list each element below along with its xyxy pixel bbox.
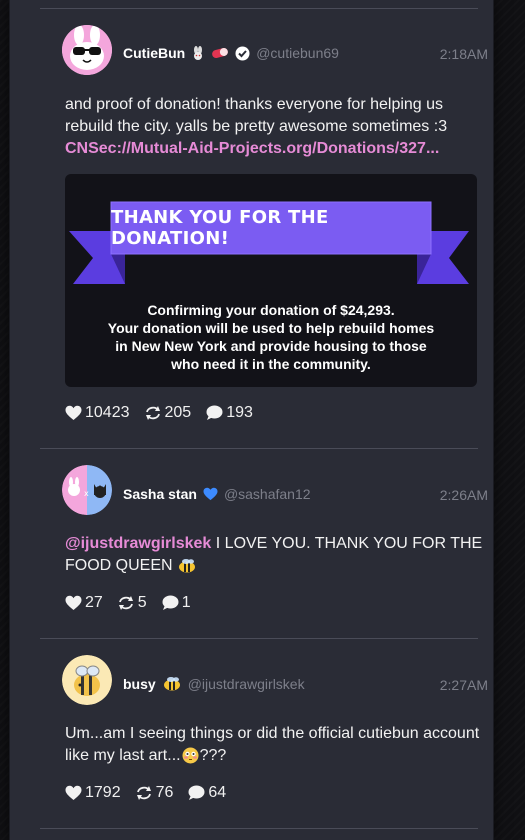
rabbit-emoji-icon	[191, 46, 205, 60]
author-name[interactable]: CutieBun	[123, 45, 185, 61]
reply-icon	[188, 785, 205, 800]
avatar[interactable]	[62, 25, 112, 75]
reply-icon	[206, 405, 223, 420]
donation-link[interactable]: CNSec://Mutual-Aid-Projects.org/Donation…	[65, 140, 439, 157]
author-name[interactable]: Sasha stan	[123, 486, 197, 502]
repost-count: 205	[164, 404, 192, 421]
reply-button[interactable]: 1	[161, 594, 191, 612]
post-actions: 1792 76 64	[65, 784, 240, 802]
reply-count: 64	[208, 784, 227, 801]
flushed-emoji-icon	[182, 747, 199, 764]
feed-post[interactable]: CutieBun @cutiebun69 2:18AM and proof of…	[40, 8, 488, 448]
bee-emoji-icon	[162, 676, 182, 692]
post-timestamp[interactable]: 2:27AM	[440, 677, 488, 693]
post-timestamp[interactable]: 2:26AM	[440, 487, 488, 503]
repost-button[interactable]: 205	[144, 404, 192, 422]
card-line: Your donation will be used to help rebui…	[107, 320, 435, 336]
feed-post[interactable]: busy @ijustdrawgirlskek 2:27AM Um...am I…	[40, 638, 488, 828]
author-name[interactable]: busy	[123, 676, 156, 692]
repost-icon	[145, 406, 160, 420]
post-header: Sasha stan @sashafan12	[123, 486, 311, 502]
like-button[interactable]: 1792	[65, 784, 121, 802]
post-text: and proof of donation! thanks everyone f…	[65, 94, 495, 160]
repost-button[interactable]: 76	[135, 784, 174, 802]
repost-button[interactable]: 5	[117, 594, 147, 612]
card-line: in New New York and provide housing to t…	[115, 338, 427, 354]
post-text: @ijustdrawgirlskek I LOVE YOU. THANK YOU…	[65, 533, 495, 577]
reply-icon	[162, 595, 179, 610]
like-count: 10423	[85, 404, 130, 421]
reply-button[interactable]: 193	[205, 404, 253, 422]
post-body-suffix: ???	[199, 747, 227, 764]
like-button[interactable]: 27	[65, 594, 103, 612]
sasha-avatar-icon: x	[62, 465, 112, 515]
avatar[interactable]	[62, 655, 112, 705]
blue-heart-emoji-icon	[203, 487, 218, 501]
heart-icon	[65, 785, 82, 800]
like-count: 1792	[85, 784, 121, 801]
feed-divider	[40, 828, 478, 829]
author-handle[interactable]: @ijustdrawgirlskek	[188, 676, 305, 692]
author-handle[interactable]: @sashafan12	[224, 486, 311, 502]
bee-emoji-icon	[177, 558, 197, 574]
reply-button[interactable]: 64	[187, 784, 226, 802]
repost-count: 5	[137, 594, 147, 611]
repost-count: 76	[155, 784, 174, 801]
donation-confirmation-text: Confirming your donation of $24,293. You…	[65, 301, 477, 373]
donation-image-card[interactable]: THANK YOU FOR THE DONATION! Confirming y…	[65, 174, 477, 387]
avatar[interactable]: x	[62, 465, 112, 515]
author-handle[interactable]: @cutiebun69	[256, 45, 339, 61]
post-text: Um...am I seeing things or did the offic…	[65, 723, 495, 767]
card-line: who need it in the community.	[171, 356, 371, 372]
post-body: Um...am I seeing things or did the offic…	[65, 725, 480, 764]
post-timestamp[interactable]: 2:18AM	[440, 46, 488, 62]
heart-icon	[65, 405, 82, 420]
cutiebun-avatar-icon	[62, 25, 112, 75]
heart-icon	[65, 595, 82, 610]
mention-link[interactable]: @ijustdrawgirlskek	[65, 535, 211, 552]
post-header: CutieBun @cutiebun69	[123, 45, 339, 61]
repost-icon	[118, 596, 133, 610]
like-button[interactable]: 10423	[65, 404, 130, 422]
reply-count: 1	[181, 594, 191, 611]
verified-icon	[235, 46, 250, 61]
post-actions: 10423 205 193	[65, 404, 267, 422]
repost-icon	[136, 786, 151, 800]
bee-avatar-icon	[62, 655, 112, 705]
post-actions: 27 5 1	[65, 594, 205, 612]
pill-emoji-icon	[211, 47, 229, 59]
reply-count: 193	[226, 404, 253, 421]
feed-panel[interactable]: CutieBun @cutiebun69 2:18AM and proof of…	[10, 0, 493, 840]
svg-text:x: x	[84, 489, 89, 498]
card-line: Confirming your donation of $24,293.	[147, 302, 395, 318]
post-body: and proof of donation! thanks everyone f…	[65, 96, 448, 135]
like-count: 27	[85, 594, 103, 611]
feed-post[interactable]: x Sasha stan @sashafan12 2:26AM @ijustdr…	[40, 448, 488, 638]
post-header: busy @ijustdrawgirlskek	[123, 676, 305, 692]
banner-title: THANK YOU FOR THE DONATION!	[111, 207, 329, 249]
